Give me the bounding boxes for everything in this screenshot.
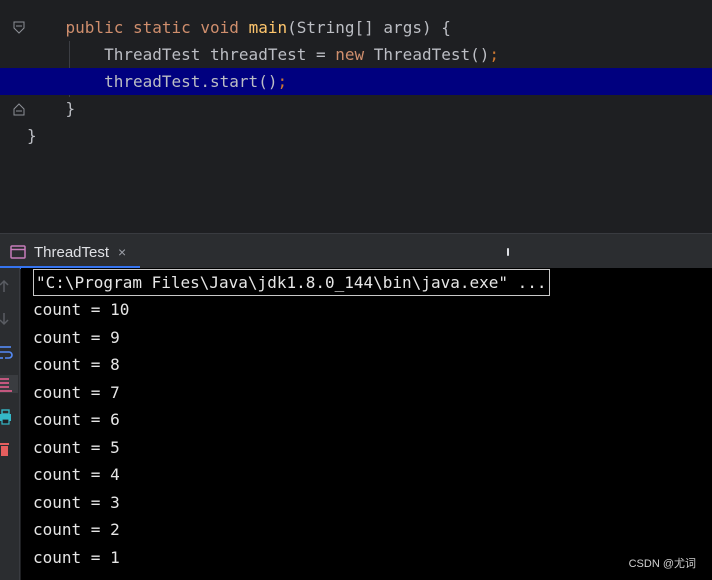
output-line: count = 2 — [33, 520, 120, 539]
command-line[interactable]: "C:\Program Files\Java\jdk1.8.0_144\bin\… — [33, 269, 550, 296]
close-icon[interactable]: × — [118, 244, 126, 260]
output-line: count = 6 — [33, 410, 120, 429]
run-tool-window-header: ThreadTest × — [0, 233, 712, 269]
code-editor[interactable]: public static void main(String[] args) {… — [0, 0, 712, 233]
code-token: public static void — [65, 18, 249, 37]
output-line: count = 9 — [33, 327, 120, 347]
down-arrow-icon[interactable] — [0, 310, 16, 328]
up-arrow-icon[interactable] — [0, 278, 16, 296]
tab-threadtest[interactable]: ThreadTest × — [10, 240, 126, 264]
code-line[interactable]: ThreadTest threadTest = new ThreadTest()… — [0, 41, 712, 68]
code-token: threadTest.start() — [104, 72, 278, 91]
tab-label: ThreadTest — [34, 243, 110, 261]
code-line[interactable]: } — [0, 122, 712, 149]
output-line: count = 8 — [33, 355, 120, 374]
watermark: CSDN @尤词 — [628, 558, 696, 570]
code-token: new — [335, 45, 374, 64]
console-output[interactable]: "C:\Program Files\Java\jdk1.8.0_144\bin\… — [21, 268, 712, 580]
output-line: count = 1 — [33, 547, 120, 567]
trash-icon[interactable] — [0, 440, 16, 458]
code-line[interactable]: public static void main(String[] args) { — [0, 14, 712, 41]
print-icon[interactable] — [0, 408, 16, 426]
output-line: count = 5 — [33, 437, 120, 457]
console-toolbar — [0, 268, 20, 580]
code-token: (String[] args) { — [287, 18, 451, 37]
code-line[interactable]: } — [0, 95, 712, 122]
output-line: count = 4 — [33, 465, 120, 484]
output-line: count = 10 — [33, 300, 130, 319]
output-line: count = 7 — [33, 382, 120, 402]
code-token: } — [65, 99, 76, 118]
code-token: main — [248, 18, 288, 37]
output-line: count = 3 — [33, 492, 120, 512]
header-marker — [507, 248, 509, 256]
code-token: ; — [277, 72, 288, 91]
code-token: ThreadTest() — [373, 45, 490, 64]
code-token: } — [27, 126, 37, 145]
scroll-to-end-icon[interactable] — [0, 375, 18, 393]
code-token: ; — [489, 45, 500, 64]
code-token: ThreadTest threadTest = — [104, 45, 336, 64]
current-code-line[interactable]: threadTest.start(); — [0, 68, 712, 95]
console-icon — [10, 245, 26, 259]
soft-wrap-icon[interactable] — [0, 343, 16, 361]
